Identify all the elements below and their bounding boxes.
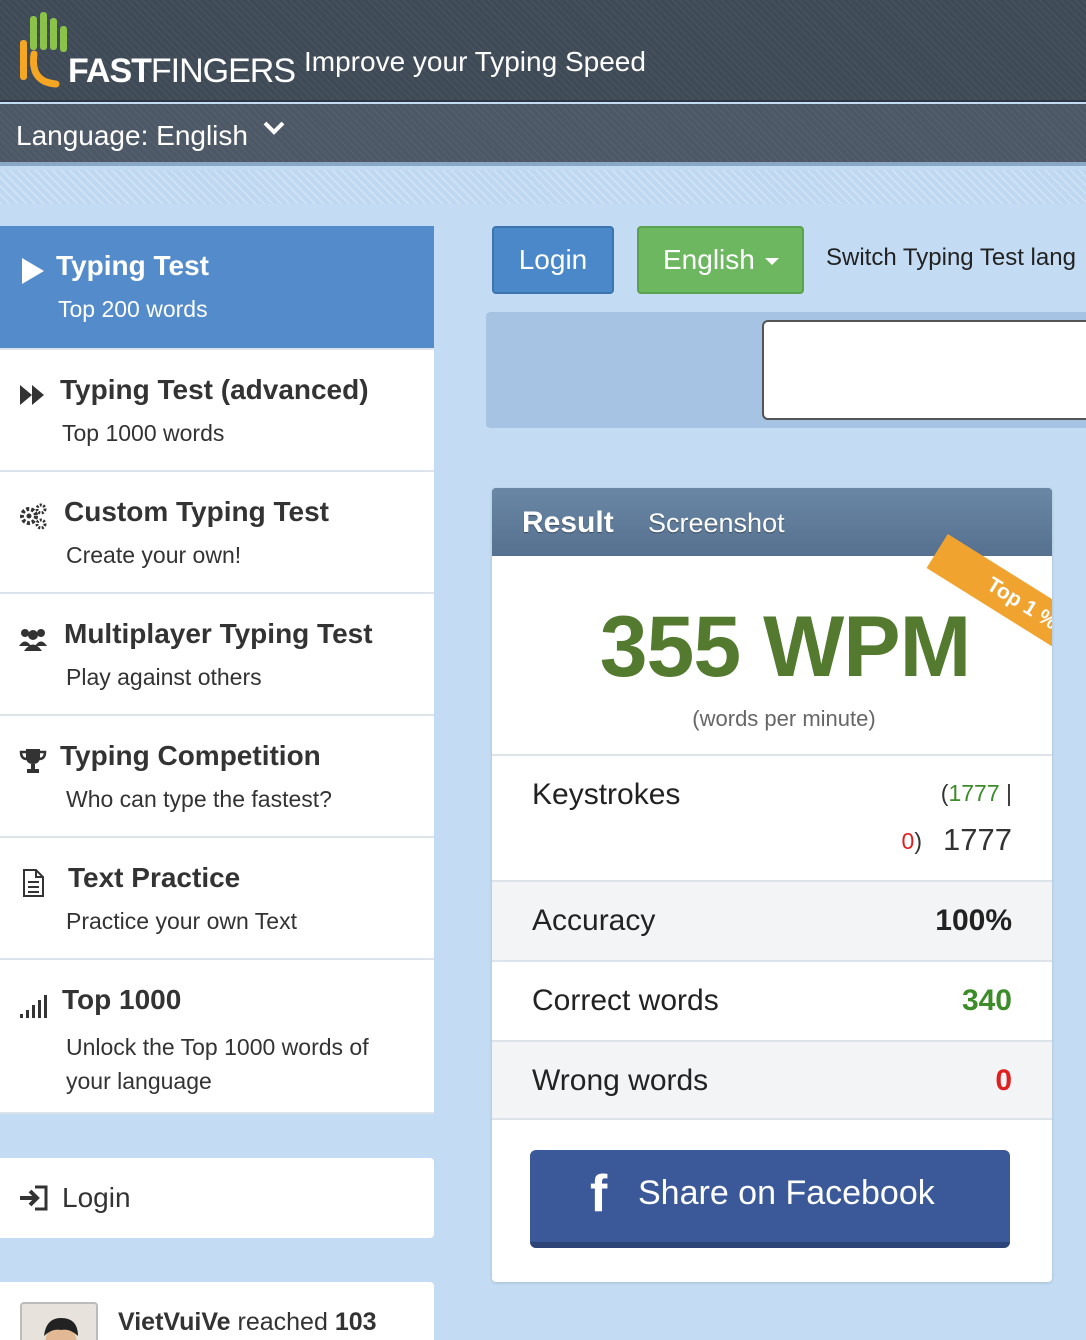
decorative-stripe — [0, 170, 1086, 204]
sidebar-item-title: Typing Test — [56, 250, 209, 281]
activity-text: VietVuiVe reached 103 — [118, 1308, 377, 1336]
wrong-words-row: Wrong words 0 — [492, 1040, 1052, 1120]
tab-screenshot[interactable]: Screenshot — [648, 508, 785, 539]
users-icon — [19, 629, 47, 651]
typing-input-field[interactable] — [762, 320, 1086, 420]
tab-result[interactable]: Result — [522, 506, 614, 540]
top-header: FASTFINGERS Improve your Typing Speed — [0, 0, 1086, 102]
wrong-words-value: 0 — [995, 1064, 1012, 1097]
sign-in-icon — [20, 1185, 48, 1211]
sidebar-item-text-practice[interactable]: Text Practice Practice your own Text — [0, 838, 434, 960]
switch-language-text: Switch Typing Test lang — [826, 244, 1076, 271]
sidebar-item-title: Multiplayer Typing Test — [64, 618, 373, 649]
accuracy-value: 100% — [935, 904, 1012, 937]
keystrokes-total: 1777 — [943, 822, 1012, 857]
document-icon — [23, 869, 44, 897]
sidebar-item-competition[interactable]: Typing Competition Who can type the fast… — [0, 716, 434, 838]
chevron-down-icon[interactable] — [262, 120, 286, 136]
sidebar-login[interactable]: Login — [0, 1158, 434, 1238]
hand-logo-icon — [20, 12, 67, 88]
gears-icon — [20, 503, 47, 530]
result-panel: Result Screenshot Top 1 % 355 WPM (words… — [492, 488, 1052, 1282]
sidebar-item-title: Typing Competition — [60, 740, 321, 771]
accuracy-label: Accuracy — [532, 904, 656, 937]
login-button[interactable]: Login — [492, 226, 614, 294]
sidebar-item-typing-test[interactable]: Typing Test Top 200 words — [0, 226, 434, 350]
sidebar-item-title: Text Practice — [68, 862, 241, 893]
keystrokes-breakdown-top: (1777 | — [940, 780, 1012, 806]
sidebar-item-title: Top 1000 — [62, 984, 182, 1015]
fast-forward-icon — [20, 385, 44, 405]
sidebar-item-custom-typing-test[interactable]: Custom Typing Test Create your own! — [0, 472, 434, 594]
site-tagline: Improve your Typing Speed — [304, 46, 646, 77]
correct-words-label: Correct words — [532, 984, 719, 1017]
sidebar-item-multiplayer[interactable]: Multiplayer Typing Test Play against oth… — [0, 594, 434, 716]
sidebar-item-subtitle: Practice your own Text — [66, 908, 297, 934]
activity-user[interactable]: VietVuiVe — [118, 1308, 231, 1336]
play-icon — [22, 258, 44, 284]
sidebar-item-top-1000[interactable]: Top 1000 Unlock the Top 1000 words of yo… — [0, 960, 434, 1114]
keystrokes-row: Keystrokes (1777 | 0) 1777 — [492, 754, 1052, 880]
signal-bars-icon — [20, 995, 47, 1018]
wrong-words-label: Wrong words — [532, 1064, 709, 1097]
sidebar-item-subtitle: Unlock the Top 1000 words of your langua… — [66, 1034, 369, 1094]
keystrokes-breakdown-bottom: 0) — [901, 828, 922, 854]
facebook-icon: f — [590, 1165, 608, 1223]
site-logo[interactable]: FASTFINGERS — [16, 10, 296, 90]
language-dropdown-button[interactable]: English — [637, 226, 804, 294]
sidebar-nav: Typing Test Top 200 words Typing Test (a… — [0, 226, 434, 1114]
sidebar-login-label: Login — [62, 1182, 131, 1213]
wpm-caption: (words per minute) — [692, 706, 876, 731]
caret-down-icon — [764, 258, 779, 266]
share-facebook-button[interactable]: f Share on Facebook — [530, 1150, 1010, 1248]
share-facebook-label: Share on Facebook — [638, 1174, 935, 1212]
logo-wordmark: FASTFINGERS — [68, 52, 296, 90]
language-bar[interactable]: Language: English — [0, 104, 1086, 166]
correct-words-value: 340 — [961, 984, 1012, 1017]
sidebar-item-subtitle: Top 200 words — [58, 296, 208, 322]
sidebar-item-title: Custom Typing Test — [64, 496, 329, 527]
user-avatar-image — [22, 1304, 96, 1340]
keystrokes-label: Keystrokes — [532, 778, 681, 811]
correct-words-row: Correct words 340 — [492, 960, 1052, 1040]
sidebar-item-subtitle: Top 1000 words — [62, 420, 225, 446]
sidebar-item-title: Typing Test (advanced) — [60, 374, 369, 405]
trophy-icon — [19, 749, 47, 773]
sidebar-item-subtitle: Play against others — [66, 664, 262, 690]
sidebar-item-subtitle: Who can type the fastest? — [66, 786, 332, 812]
sidebar-item-typing-test-advanced[interactable]: Typing Test (advanced) Top 1000 words — [0, 350, 434, 472]
wpm-value: 355 WPM — [599, 599, 972, 695]
recent-activity: VietVuiVe reached 103 — [0, 1282, 434, 1340]
sidebar-item-subtitle: Create your own! — [66, 542, 242, 568]
language-selector-label[interactable]: Language: English — [16, 120, 248, 152]
avatar[interactable] — [20, 1302, 98, 1340]
accuracy-row: Accuracy 100% — [492, 880, 1052, 960]
